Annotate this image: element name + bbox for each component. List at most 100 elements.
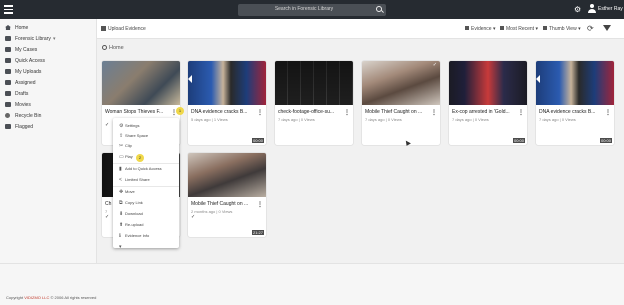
sidebar-item-label: Flagged xyxy=(15,124,34,130)
card-title[interactable]: Woman Stops Thieves F... xyxy=(105,109,171,115)
card-title[interactable]: check-footage-office-su... xyxy=(278,109,344,115)
sidebar-item-drafts[interactable]: Drafts xyxy=(0,89,97,99)
home-circle-icon xyxy=(102,45,107,50)
evidence-filter-label: Evidence xyxy=(471,26,492,32)
video-thumbnail[interactable] xyxy=(188,61,266,105)
menu-item-copy-link[interactable]: ⧉ Copy Link xyxy=(113,198,179,207)
card-title[interactable]: Mobile Thief Caught on ... xyxy=(365,109,431,115)
info-icon: ℹ xyxy=(119,233,121,239)
view-dropdown[interactable]: Thumb View ▾ xyxy=(543,26,581,32)
refresh-icon[interactable]: ⟳ xyxy=(587,24,594,33)
search-icon[interactable] xyxy=(376,6,382,12)
duration-badge: 00:00 xyxy=(599,138,612,143)
media-card[interactable]: 00:00 DNA evidence cracks B... 7 days ag… xyxy=(536,61,614,145)
upload-evidence-button[interactable]: Upload Evidence xyxy=(101,26,146,32)
card-meta: 7 days ago | 0 Views xyxy=(278,117,315,122)
more-options-icon[interactable]: ⋮ xyxy=(605,109,611,116)
sidebar-item-movies[interactable]: Movies xyxy=(0,100,97,110)
menu-item-evidence-info[interactable]: ℹ Evidence Info xyxy=(113,231,179,240)
menu-item-limited-share[interactable]: < Limited Share xyxy=(113,175,179,184)
chevron-left-icon[interactable] xyxy=(188,75,192,83)
link-icon: < xyxy=(119,177,122,183)
sidebar-item-flagged[interactable]: Flagged xyxy=(0,122,97,132)
download-icon: ⬇ xyxy=(119,211,124,217)
media-card[interactable]: check-footage-office-su... 7 days ago | … xyxy=(275,61,353,145)
more-options-icon[interactable]: ⋮ xyxy=(431,109,437,116)
copy-icon: ⧉ xyxy=(119,200,123,206)
card-meta: 5 days ago | 1 Views xyxy=(191,117,228,122)
menu-item-move[interactable]: ✥ Move xyxy=(113,187,179,196)
menu-item-label: Settings xyxy=(125,123,140,128)
menu-item-settings[interactable]: ⚙ Settings xyxy=(113,121,179,130)
menu-item-play[interactable]: ▭ Play xyxy=(113,152,179,161)
media-card[interactable]: 00:00 DNA evidence cracks B... 5 days ag… xyxy=(188,61,266,145)
gear-icon: ⚙ xyxy=(119,123,124,129)
menu-item-label: Download xyxy=(125,211,143,216)
breadcrumb[interactable]: Home xyxy=(102,45,124,51)
card-title[interactable]: Ex-cop arrested in 'Gold... xyxy=(452,109,518,115)
chevron-left-icon[interactable] xyxy=(536,75,540,83)
duration-badge: 00:00 xyxy=(512,138,525,143)
media-card[interactable]: ✓ Mobile Thief Caught on ... 7 days ago … xyxy=(362,61,440,145)
search-input[interactable]: Search in Forensic Library xyxy=(238,6,370,12)
folder-icon xyxy=(5,102,11,107)
menu-item-download[interactable]: ⬇ Download xyxy=(113,209,179,218)
sidebar-item-assigned[interactable]: Assigned xyxy=(0,78,97,88)
copyright-prefix: Copyright xyxy=(6,295,25,300)
more-options-icon[interactable]: ⋮ xyxy=(344,109,350,116)
sidebar-item-label: Recycle Bin xyxy=(15,113,42,119)
sidebar-item-label: Forensic Library xyxy=(15,36,51,42)
sort-dropdown[interactable]: Most Recent ▾ xyxy=(500,26,538,32)
video-thumbnail[interactable] xyxy=(275,61,353,105)
card-title[interactable]: DNA evidence cracks B... xyxy=(191,109,257,115)
footer: Copyright VIDIZMO LLC © 2006 All rights … xyxy=(0,263,624,305)
clip-icon: ✂ xyxy=(119,143,124,149)
menu-item-share-space[interactable]: ⇪ Share Space xyxy=(113,131,179,140)
sidebar-item-my-cases[interactable]: My Cases xyxy=(0,45,97,55)
sidebar-item-quick-access[interactable]: Quick Access xyxy=(0,56,97,66)
media-card[interactable]: 00:00 Ex-cop arrested in 'Gold... 7 days… xyxy=(449,61,527,145)
more-options-icon[interactable]: ⋮ xyxy=(518,109,524,116)
menu-item-label: Re-upload xyxy=(125,222,144,227)
menu-icon[interactable] xyxy=(4,5,13,14)
video-thumbnail[interactable] xyxy=(188,153,266,197)
sidebar-item-my-uploads[interactable]: My Uploads xyxy=(0,67,97,77)
sidebar-item-recycle-bin[interactable]: Recycle Bin xyxy=(0,111,97,121)
evidence-filter-dropdown[interactable]: Evidence ▾ xyxy=(465,26,495,32)
card-title[interactable]: Mobile Thief Caught on ... xyxy=(191,201,257,207)
folder-icon xyxy=(5,36,11,41)
folder-icon xyxy=(5,124,11,129)
sidebar-item-home[interactable]: Home xyxy=(0,23,97,33)
menu-item-label: Clip xyxy=(125,143,132,148)
folder-icon xyxy=(5,91,11,96)
video-thumbnail[interactable] xyxy=(536,61,614,105)
video-thumbnail[interactable] xyxy=(102,61,180,105)
more-options-icon[interactable]: ⋮ xyxy=(257,109,263,116)
user-avatar-icon[interactable] xyxy=(588,4,596,13)
menu-item-more[interactable]: ▾ xyxy=(113,242,179,248)
card-meta: 7 days ago | 0 Views xyxy=(365,117,402,122)
folder-icon xyxy=(5,47,11,52)
menu-item-label: Copy Link xyxy=(125,200,143,205)
search-bar[interactable]: Search in Forensic Library xyxy=(238,4,386,16)
sort-label: Most Recent xyxy=(506,26,535,32)
folder-icon xyxy=(5,58,11,63)
card-title[interactable]: DNA evidence cracks B... xyxy=(539,109,605,115)
menu-item-clip[interactable]: ✂ Clip xyxy=(113,141,179,150)
bookmark-icon: ▮ xyxy=(119,166,122,172)
menu-item-add-to-quick-access[interactable]: ▮ Add to Quick Access xyxy=(113,164,179,173)
video-thumbnail[interactable] xyxy=(362,61,440,105)
menu-item-re-upload[interactable]: ⬆ Re-upload xyxy=(113,220,179,229)
upload-icon xyxy=(101,26,106,31)
copyright-text: Copyright VIDIZMO LLC © 2006 All rights … xyxy=(6,295,96,300)
media-card[interactable]: 21:27 Mobile Thief Caught on ... 2 month… xyxy=(188,153,266,237)
settings-icon[interactable]: ⚙ xyxy=(574,5,581,14)
chevron-down-icon[interactable]: ▾ xyxy=(53,36,56,42)
video-thumbnail[interactable] xyxy=(449,61,527,105)
sidebar-item-forensic-library[interactable]: Forensic Library ▾ xyxy=(0,34,97,44)
sidebar-item-label: My Uploads xyxy=(15,69,42,75)
brand-link[interactable]: VIDIZMO LLC xyxy=(24,295,49,300)
filter-icon[interactable] xyxy=(603,25,611,31)
more-options-icon[interactable]: ⋮ xyxy=(257,201,263,208)
user-name[interactable]: Esther Ray xyxy=(598,6,623,12)
